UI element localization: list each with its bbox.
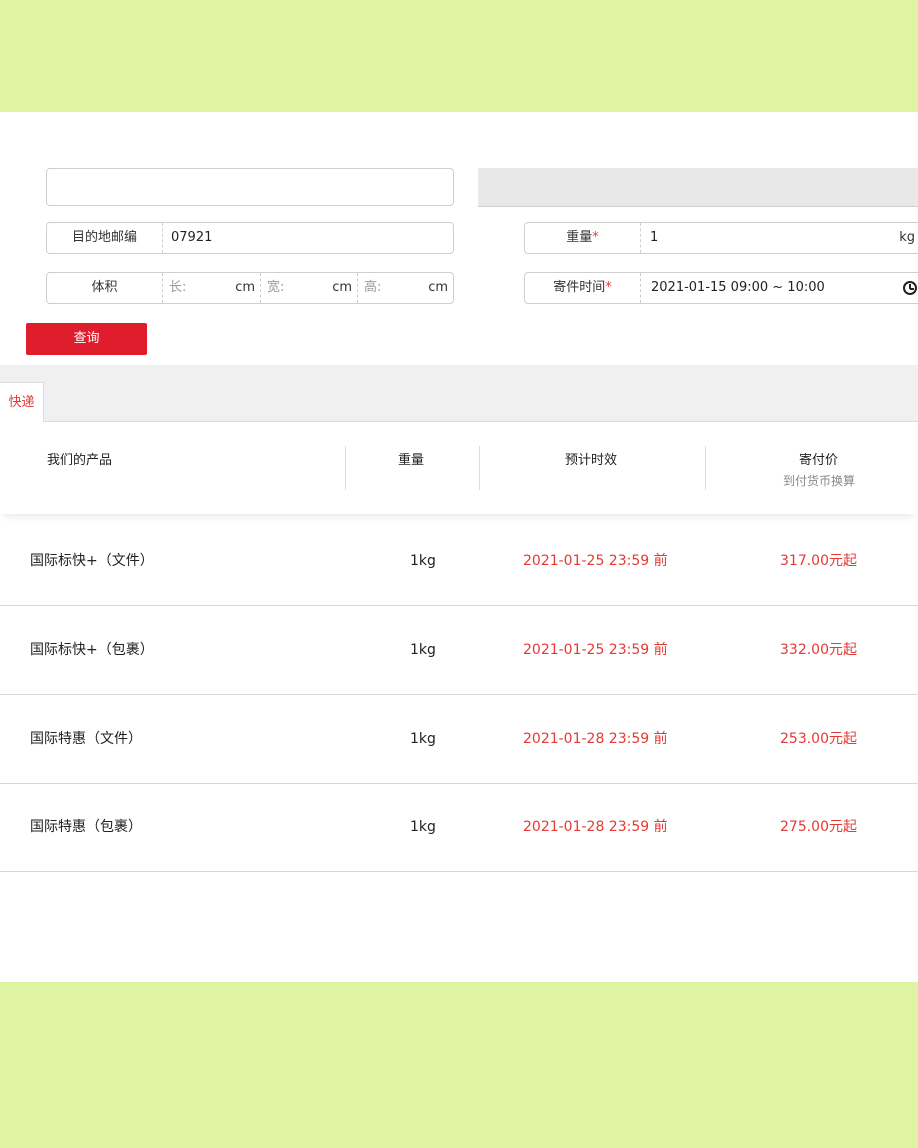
weight-unit: kg <box>899 230 915 245</box>
product-price: 317.00元起 <box>780 553 857 569</box>
header-price: 寄付价 <box>799 453 839 468</box>
product-weight: 1kg <box>410 553 436 569</box>
table-row[interactable]: 国际特惠（包裹） 1kg 2021-01-28 23:59 前 275.00元起 <box>0 783 918 872</box>
tab-express[interactable]: 快递 <box>0 382 44 423</box>
weight-input[interactable]: 1 <box>650 223 658 253</box>
product-name: 国际标快+（包裹） <box>30 642 154 658</box>
table-row[interactable]: 国际标快+（文件） 1kg 2021-01-25 23:59 前 317.00元… <box>0 517 918 606</box>
product-eta: 2021-01-25 23:59 前 <box>523 642 668 658</box>
product-weight: 1kg <box>410 819 436 835</box>
weight-label: 重量* <box>525 223 641 253</box>
ship-time-label: 寄件时间* <box>525 273 641 303</box>
product-name: 国际特惠（文件） <box>30 731 142 747</box>
destination-zip-label: 目的地邮编 <box>47 223 163 253</box>
width-input[interactable]: 宽: cm <box>261 273 358 303</box>
table-row[interactable]: 国际标快+（包裹） 1kg 2021-01-25 23:59 前 332.00元… <box>0 606 918 695</box>
product-weight: 1kg <box>410 731 436 747</box>
ship-time-value[interactable]: 2021-01-15 09:00 ~ 10:00 <box>651 273 825 303</box>
product-eta: 2021-01-28 23:59 前 <box>523 819 668 835</box>
header-divider <box>479 446 480 490</box>
destination-zip-input[interactable]: 07921 <box>171 223 212 253</box>
shipping-quote-panel: 目的地邮编 07921 重量* 1 kg 体积 长: cm 宽: cm 高: c… <box>0 112 918 982</box>
header-weight: 重量 <box>398 453 425 468</box>
product-price: 253.00元起 <box>780 731 857 747</box>
table-row[interactable]: 国际特惠（文件） 1kg 2021-01-28 23:59 前 253.00元起 <box>0 695 918 784</box>
volume-label: 体积 <box>47 273 163 303</box>
height-input[interactable]: 高: cm <box>358 273 453 303</box>
origin-field-partial[interactable] <box>46 168 454 206</box>
product-weight: 1kg <box>410 642 436 658</box>
disabled-field-partial <box>478 168 918 207</box>
destination-zip-field[interactable]: 目的地邮编 07921 <box>46 222 454 254</box>
length-input[interactable]: 长: cm <box>163 273 261 303</box>
product-name: 国际标快+（文件） <box>30 553 154 569</box>
product-price: 275.00元起 <box>780 819 857 835</box>
query-button[interactable]: 查询 <box>26 323 147 355</box>
header-divider <box>705 446 706 490</box>
header-divider <box>345 446 346 490</box>
volume-field: 体积 长: cm 宽: cm 高: cm <box>46 272 454 304</box>
ship-time-field[interactable]: 寄件时间* 2021-01-15 09:00 ~ 10:00 <box>524 272 918 304</box>
product-eta: 2021-01-28 23:59 前 <box>523 731 668 747</box>
tab-bar: 快递 <box>0 365 918 423</box>
product-price: 332.00元起 <box>780 642 857 658</box>
clock-icon[interactable] <box>903 281 917 295</box>
table-header: 我们的产品 重量 预计时效 寄付价 到付货币换算 <box>0 422 918 514</box>
header-eta: 预计时效 <box>565 453 618 468</box>
product-name: 国际特惠（包裹） <box>30 819 142 835</box>
product-eta: 2021-01-25 23:59 前 <box>523 553 668 569</box>
header-price-sub: 到付货币换算 <box>783 474 856 488</box>
weight-field[interactable]: 重量* 1 kg <box>524 222 918 254</box>
header-product: 我们的产品 <box>47 453 113 468</box>
